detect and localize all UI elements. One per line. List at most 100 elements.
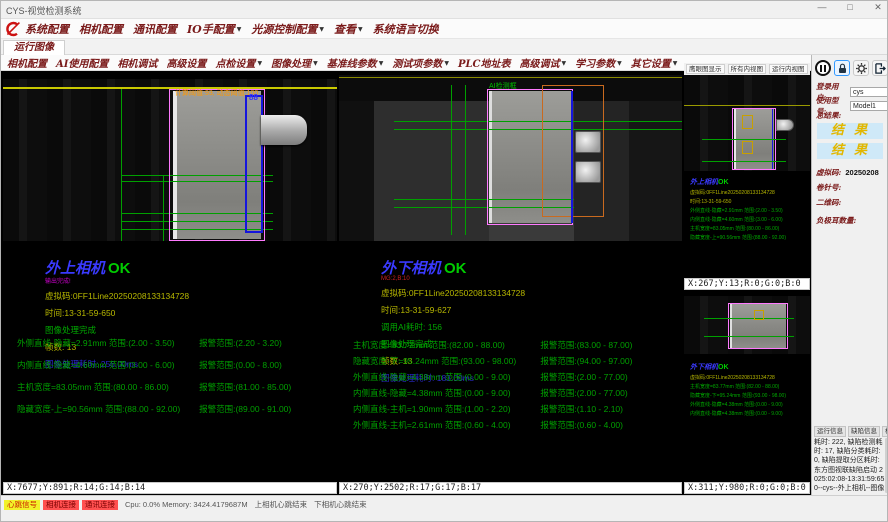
info-tab-defect[interactable]: 缺陷信息 — [848, 426, 880, 437]
camera-view-lower[interactable]: AI检测框 外下相机OK MG:2,B:10 虚拟码:0FF1Line20250… — [339, 71, 682, 482]
thumb-tab-all-view[interactable]: 所有内视图 — [728, 64, 767, 74]
toolbar-camera-debug[interactable]: 相机调试 — [117, 55, 157, 70]
measure-row: 内侧直线-隐藏=4.60mm 范围:(3.00 - 6.00) 报警范围:(0.… — [17, 359, 331, 371]
chevron-down-icon: ▼ — [673, 60, 678, 67]
coord-bar-lower: X:270;Y:2502;R:17;G:17;B:17 — [339, 482, 682, 494]
defect-box — [754, 310, 764, 320]
tab-connector — [261, 115, 307, 145]
chevron-down-icon: ▼ — [257, 60, 262, 67]
menu-item-label: 通讯配置 — [133, 23, 177, 36]
coord-bar-thumb-upper: X:267;Y:13;R:0;G:0;B:0 — [684, 278, 810, 290]
menu-item-io-config[interactable]: IO手配置▼ — [187, 21, 241, 37]
toolbar-other-settings[interactable]: 其它设置▼ — [631, 55, 678, 70]
thumb-view-lower[interactable]: 外下相机OK 虚拟码:0FF1Line20250208133134728 主机宽… — [684, 292, 810, 482]
measure-row: 外侧直线-主机=2.61mm 范围:(0.60 - 4.00) 报警范围:(0.… — [353, 419, 676, 431]
chevron-down-icon: ▼ — [313, 60, 318, 67]
toolbar-spot-check[interactable]: 点检设置▼ — [215, 55, 262, 70]
cpu-memory-text: Cpu: 0.0% Memory: 3424.4179687M — [125, 500, 248, 509]
settings-button[interactable] — [853, 60, 869, 76]
time-line: 时间:13-31-59-650 — [45, 307, 189, 319]
heartbeat-badge: 心跳信号 — [4, 500, 40, 510]
menu-item-view[interactable]: 查看▼ — [334, 21, 363, 37]
toolbar-baseline-params[interactable]: 基准线参数▼ — [327, 55, 384, 70]
measure-alarm: 报警范围:(2.20 - 3.20) — [199, 337, 331, 349]
measure-row: 隐藏宽度-下=95.24mm 范围:(93.00 - 98.00) 报警范围:(… — [353, 355, 676, 367]
lock-button[interactable] — [834, 60, 850, 76]
side-panel: 登录用户: cys 使用型号: Model1 总结果: 结果 结果 虚拟码: 2… — [811, 55, 888, 495]
info-tab-run[interactable]: 运行信息 — [814, 426, 846, 437]
chevron-down-icon: ▼ — [561, 60, 566, 67]
logout-button[interactable] — [872, 60, 888, 76]
thumb-tab-strip: 鹰眼图显示 所有内视图 运行内视图 — [684, 63, 810, 75]
menu-item-camera-config[interactable]: 相机配置 — [79, 21, 123, 37]
info-tab-detect[interactable]: 检测信息 — [882, 426, 888, 437]
measure-line: 主机宽度=83.05mm 范围:(80.00 - 86.00) — [690, 225, 804, 232]
maximize-button[interactable]: □ — [843, 2, 857, 13]
toolbar-image-processing[interactable]: 图像处理▼ — [271, 55, 318, 70]
toolbar-test-params[interactable]: 测试项参数▼ — [392, 55, 449, 70]
minimize-button[interactable]: — — [815, 2, 829, 13]
menu-item-light-config[interactable]: 光源控制配置▼ — [251, 21, 324, 37]
camera-image-lower[interactable]: AI检测框 — [339, 75, 682, 241]
thumb-tab-eagle-eye[interactable]: 鹰眼图显示 — [686, 64, 725, 74]
close-button[interactable]: ✕ — [871, 2, 885, 13]
measure-alarm: 报警范围:(0.00 - 8.00) — [199, 359, 331, 371]
tab-count-label: 负极耳数量: — [816, 215, 856, 226]
thumb-image-upper[interactable] — [684, 75, 810, 171]
gear-icon — [856, 63, 867, 74]
thumb-view-upper[interactable]: 外上相机OK 虚拟码:0FF1Line20250208133134728 时间:… — [684, 75, 810, 278]
menu-item-system-config[interactable]: 系统配置 — [25, 21, 69, 37]
toolbar-item-label: 测试项参数 — [392, 59, 442, 70]
toolbar-item-label: 相机配置 — [7, 59, 47, 70]
roi-line-blue — [571, 91, 573, 223]
camera-name: 外上相机 — [690, 177, 718, 186]
process-done-line: 图像处理完成 — [45, 324, 189, 336]
measure-alarm: 报警范围:(0.60 - 4.00) — [540, 419, 676, 431]
tab-connector — [776, 119, 794, 131]
pause-button[interactable] — [815, 60, 831, 76]
measure-value: 外侧直线-主机=2.61mm 范围:(0.60 - 4.00) — [353, 419, 540, 431]
toolbar-plc-address[interactable]: PLC地址表 — [458, 55, 511, 70]
toolbar-ai-config[interactable]: AI使用配置 — [56, 55, 108, 70]
menu-item-label: 相机配置 — [79, 23, 123, 36]
toolbar-advanced-debug[interactable]: 高级调试▼ — [519, 55, 566, 70]
overlay-line — [702, 161, 786, 162]
measure-line: 主机宽度=83.77mm 范围:(82.00 - 88.00) — [690, 383, 804, 390]
thumb-image-lower[interactable] — [684, 296, 810, 354]
toolbar-item-label: 高级调试 — [519, 59, 559, 70]
stats-text: 耗时: 222, 缺陷检测耗时: 17, 缺陷分类耗时: 0, 缺陷提取分区耗时… — [814, 438, 885, 493]
status-bar: 心跳信号 相机连接 通讯连接 Cpu: 0.0% Memory: 3424.41… — [1, 495, 888, 522]
overlay-line — [704, 336, 794, 337]
chevron-down-icon: ▼ — [319, 26, 324, 33]
qr-label: 二维码: — [816, 197, 841, 208]
camera-image-upper[interactable]: 计算阈值:93, 动态阈值:100 88 — [3, 79, 337, 241]
menu-item-label: IO手配置 — [187, 23, 235, 36]
status-ok: OK — [718, 179, 729, 186]
menu-item-language-switch[interactable]: 系统语言切换 — [373, 21, 439, 37]
menu-item-comm-config[interactable]: 通讯配置 — [133, 21, 177, 37]
overlay-line — [451, 85, 452, 235]
coord-bar-thumb-lower: X:311;Y:980;R:0;G:0;B:0 — [684, 482, 810, 494]
measure-value: 主机宽度=83.05mm 范围:(80.00 - 86.00) — [17, 381, 199, 393]
side-button-row — [815, 60, 888, 76]
toolbar-advanced-settings[interactable]: 高级设置 — [166, 55, 206, 70]
toolbar-camera-config[interactable]: 相机配置 — [7, 55, 47, 70]
ai-box-label: AI检测框 — [489, 81, 517, 91]
title-bar: CYS-视觉检测系统 — □ ✕ — [1, 1, 888, 19]
lock-icon — [838, 63, 847, 74]
camera-view-upper[interactable]: 计算阈值:93, 动态阈值:100 88 外上相机OK 输出完成! 虚拟码:0F… — [3, 71, 337, 482]
overlay-line — [465, 85, 466, 235]
model-input[interactable]: Model1 — [850, 101, 888, 111]
chevron-down-icon: ▼ — [379, 60, 384, 67]
toolbar-learning-params[interactable]: 学习参数▼ — [575, 55, 622, 70]
status-ok: OK — [108, 260, 131, 277]
tab-run-image[interactable]: 运行图像 — [3, 40, 65, 55]
metal-tab — [575, 161, 601, 183]
status-chips: 心跳信号 相机连接 通讯连接 Cpu: 0.0% Memory: 3424.41… — [4, 499, 367, 510]
blue-measure-label: 88 — [249, 93, 258, 102]
menu-item-label: 系统配置 — [25, 23, 69, 36]
metal-tab — [575, 131, 601, 153]
overlay-line — [702, 139, 786, 140]
overlay-line — [704, 318, 794, 319]
thumb-tab-run-view[interactable]: 运行内视图 — [769, 64, 808, 74]
